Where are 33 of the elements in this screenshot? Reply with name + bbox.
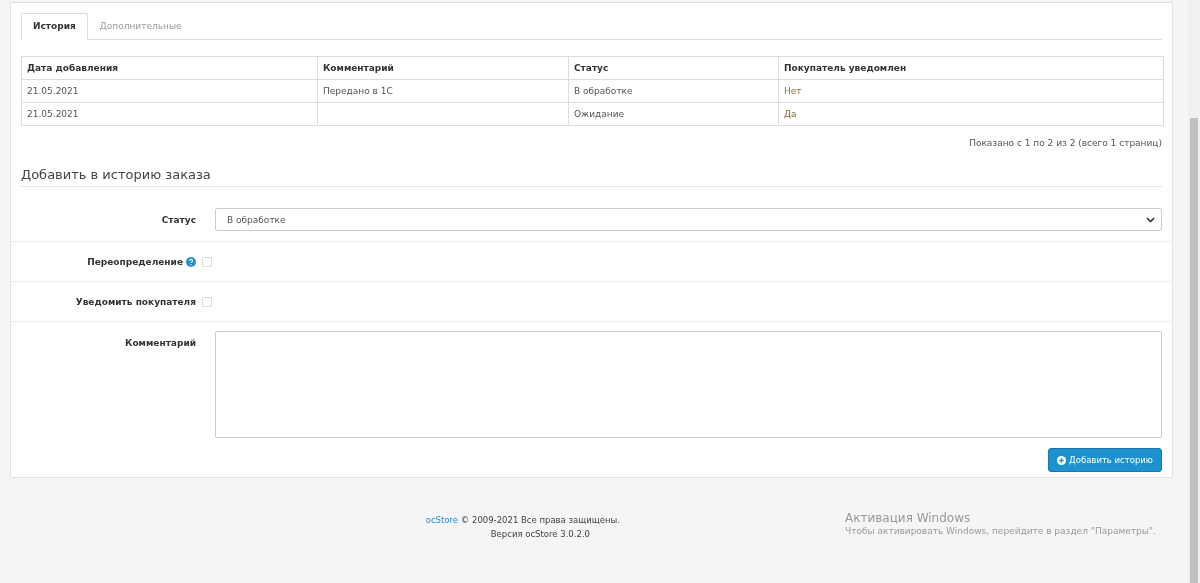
field-label: Переопределение (87, 256, 183, 267)
chevron-icon (1146, 216, 1155, 223)
checkbox[interactable] (202, 296, 212, 307)
add-history-button[interactable]: Добавить историю (1048, 448, 1162, 472)
status-select[interactable]: В обработке (215, 208, 1162, 231)
field-label: Уведомить покупателя (75, 296, 196, 307)
checkbox[interactable] (202, 256, 212, 267)
plus-circle-icon (1057, 455, 1067, 465)
table-cell: Да (778, 102, 1164, 126)
activation-text: Чтобы активировать Windows, перейдите в раздел "Параметры". (845, 526, 1156, 536)
footer-link[interactable]: ocStore (425, 515, 459, 525)
pagination-text: Показано с 1 по 2 из 2 (всего 1 страниц) (969, 138, 1162, 148)
column-header: Комментарий (317, 56, 569, 80)
column-header: Покупатель уведомлен (778, 56, 1164, 80)
tab[interactable]: Дополнительные (87, 13, 194, 40)
scrollbar-thumb[interactable] (1190, 118, 1198, 583)
section-heading: Добавить в историю заказа (21, 167, 1162, 187)
copyright-text: © 2009-2021 Все права защищены. (460, 515, 620, 525)
table-cell: 21.05.2021 (21, 79, 318, 103)
table-cell: В обработке (568, 79, 779, 103)
column-header: Дата добавления (21, 56, 318, 80)
table-cell: Ожидание (568, 102, 779, 126)
tab[interactable]: История (21, 13, 88, 40)
table-cell: 21.05.2021 (21, 102, 318, 126)
comment-field[interactable] (215, 331, 1162, 438)
version-text: Версия ocStore 3.0.2.0 (490, 529, 590, 539)
activation-title: Активация Windows (845, 511, 972, 525)
scrollbar[interactable] (1188, 0, 1200, 583)
field-label: Комментарий (125, 338, 196, 348)
field-label: Статус (161, 214, 196, 225)
column-header: Статус (568, 56, 779, 80)
table-cell: Передано в 1С (317, 79, 569, 103)
table-cell: Нет (778, 79, 1164, 103)
